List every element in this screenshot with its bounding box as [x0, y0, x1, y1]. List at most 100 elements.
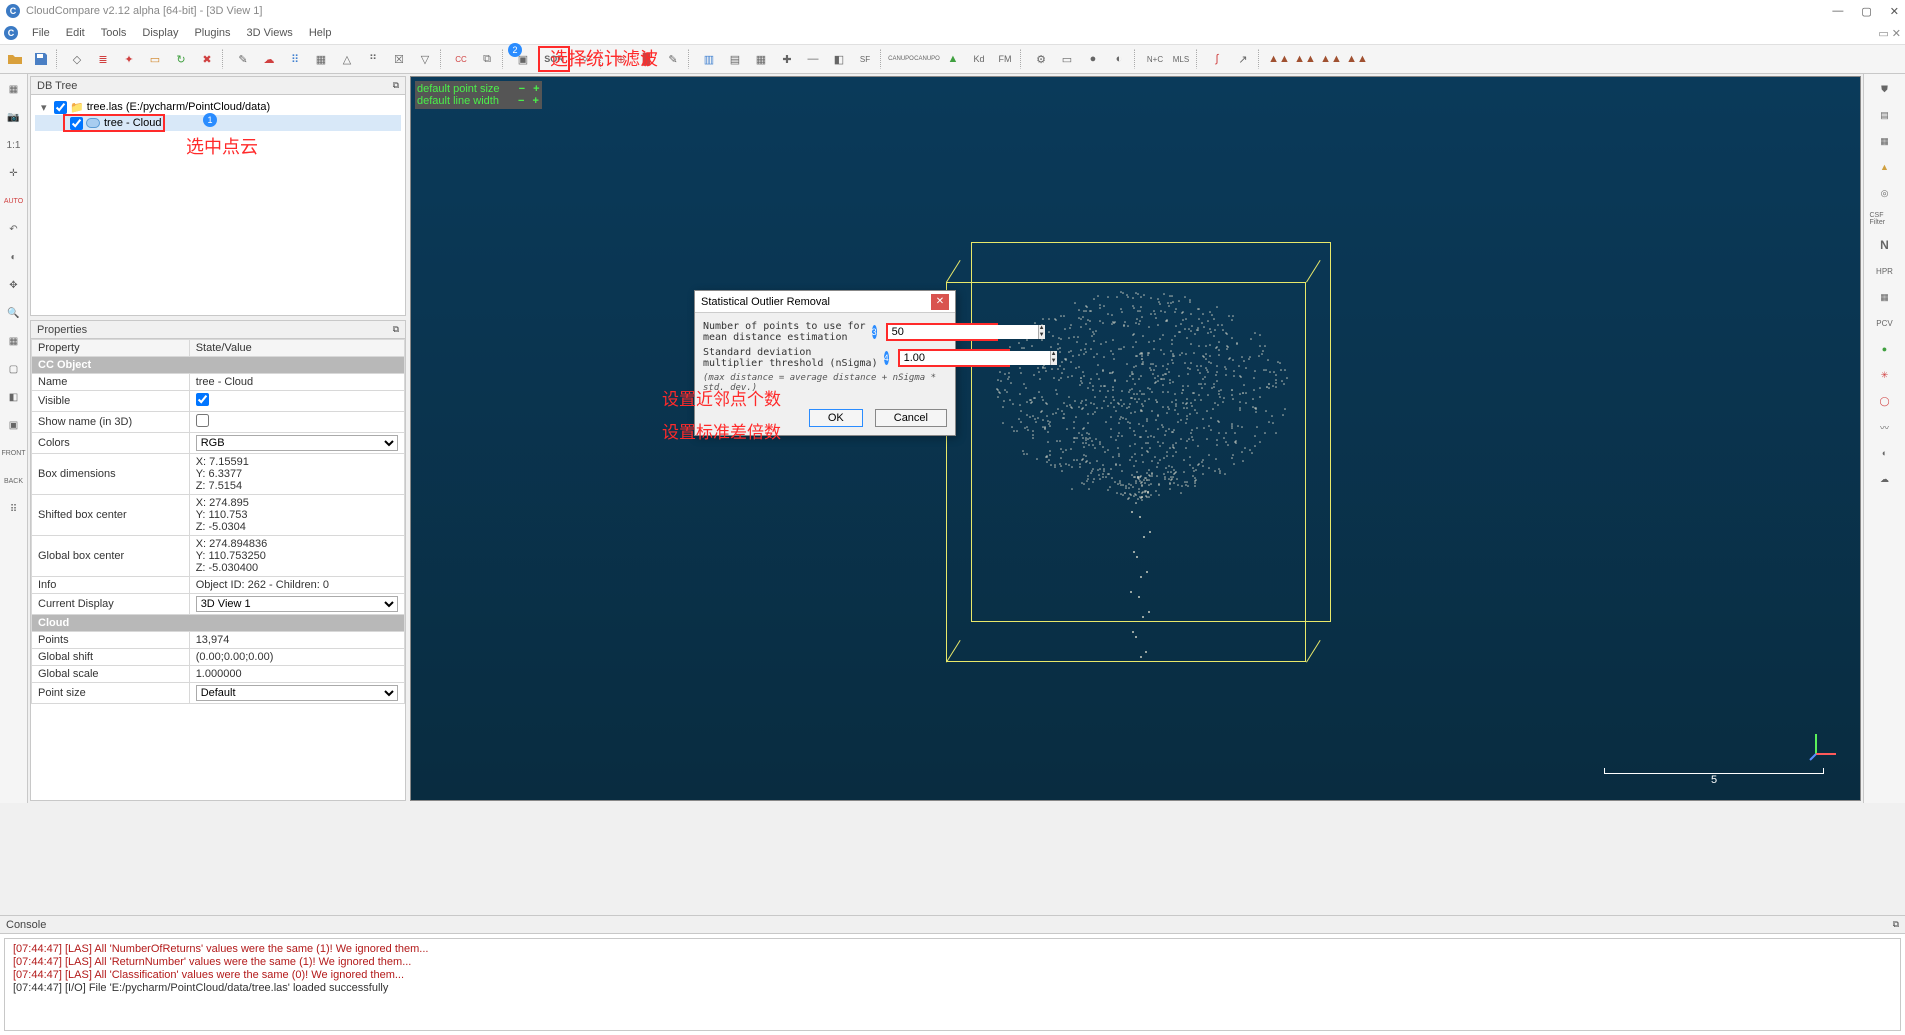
cancel-button[interactable]: Cancel: [875, 409, 947, 427]
visible-checkbox[interactable]: [196, 393, 209, 406]
delete-scalar-icon[interactable]: ☒: [388, 48, 410, 70]
ring-icon[interactable]: ◯: [1870, 390, 1900, 412]
gear-icon[interactable]: ⚙: [1030, 48, 1052, 70]
mdi-restore[interactable]: ▭ ✕: [1878, 27, 1901, 40]
pin-icon[interactable]: ⧉: [393, 80, 399, 91]
colors-select[interactable]: RGB: [196, 435, 398, 451]
fm-icon[interactable]: FM: [994, 48, 1016, 70]
filter-icon[interactable]: ▽: [414, 48, 436, 70]
dots-icon[interactable]: ⠿: [3, 498, 25, 520]
prop-val[interactable]: 3D View 1: [189, 594, 404, 615]
wave-icon[interactable]: 〰: [1870, 416, 1900, 438]
plus-icon[interactable]: ✚: [776, 48, 798, 70]
prop-val[interactable]: [189, 391, 404, 412]
neighbors-input[interactable]: [888, 325, 1038, 339]
prop-val[interactable]: [189, 412, 404, 433]
hills1-icon[interactable]: ▲▲: [1268, 48, 1290, 70]
sf-icon[interactable]: SF: [854, 48, 876, 70]
prop-val[interactable]: RGB: [189, 433, 404, 454]
cross-icon[interactable]: ✛: [3, 162, 25, 184]
globe-icon[interactable]: ◐: [3, 246, 25, 268]
pick-icon[interactable]: ◇: [66, 48, 88, 70]
decrease-point-size[interactable]: −: [519, 83, 525, 95]
menu-file[interactable]: File: [32, 27, 50, 39]
pin-icon[interactable]: ⧉: [393, 324, 399, 335]
window-minimize[interactable]: —: [1832, 5, 1843, 18]
brush2-icon[interactable]: ▲: [1870, 156, 1900, 178]
highlight-icon[interactable]: ◐: [1108, 48, 1130, 70]
flag-icon[interactable]: ✖: [196, 48, 218, 70]
console-body[interactable]: [07:44:47] [LAS] All 'NumberOfReturns' v…: [4, 938, 1901, 1031]
zoom-icon[interactable]: 🔍: [3, 302, 25, 324]
menu-display[interactable]: Display: [142, 27, 178, 39]
grid-icon[interactable]: ▦: [310, 48, 332, 70]
menu-plugins[interactable]: Plugins: [194, 27, 230, 39]
dialog-titlebar[interactable]: Statistical Outlier Removal ✕: [695, 291, 955, 313]
hpr-icon[interactable]: HPR: [1870, 260, 1900, 282]
reset-icon[interactable]: ↶: [3, 218, 25, 240]
window-close[interactable]: ✕: [1890, 5, 1899, 18]
arrow-icon[interactable]: ↗: [1232, 48, 1254, 70]
increase-line-width[interactable]: +: [532, 95, 538, 107]
layers-icon[interactable]: ▤: [1870, 104, 1900, 126]
grid2-icon[interactable]: ▦: [1870, 130, 1900, 152]
nc-icon[interactable]: N+C: [1144, 48, 1166, 70]
wireframe-icon[interactable]: ▦: [3, 330, 25, 352]
one-to-one[interactable]: 1:1: [3, 134, 25, 156]
chart-icon[interactable]: ▦: [750, 48, 772, 70]
spin-arrows[interactable]: ▲▼: [1038, 325, 1045, 339]
prop-val[interactable]: Default: [189, 683, 404, 704]
mls-icon[interactable]: MLS: [1170, 48, 1192, 70]
box2-icon[interactable]: ▢: [3, 358, 25, 380]
color-icon[interactable]: ◧: [3, 386, 25, 408]
pcv-icon[interactable]: PCV: [1870, 312, 1900, 334]
root-checkbox[interactable]: [54, 101, 67, 114]
scatter-icon[interactable]: ⠿: [284, 48, 306, 70]
camera-icon[interactable]: 📷: [3, 106, 25, 128]
expand-icon[interactable]: ▾: [41, 101, 51, 114]
edit-icon[interactable]: ✎: [662, 48, 684, 70]
window-maximize[interactable]: ▢: [1861, 5, 1871, 18]
dbtree-body[interactable]: ▾ 📁 tree.las (E:/pycharm/PointCloud/data…: [31, 95, 405, 315]
kd-icon[interactable]: Kd: [968, 48, 990, 70]
tree-child-row[interactable]: tree - Cloud: [35, 115, 401, 131]
shield-icon[interactable]: ⛊: [1870, 78, 1900, 100]
tree-root-row[interactable]: ▾ 📁 tree.las (E:/pycharm/PointCloud/data…: [35, 99, 401, 115]
cloud2-icon[interactable]: ☁: [1870, 468, 1900, 490]
gradient-icon[interactable]: ▤: [724, 48, 746, 70]
hills3-icon[interactable]: ▲▲: [1320, 48, 1342, 70]
box-icon[interactable]: ▭: [144, 48, 166, 70]
menu-help[interactable]: Help: [309, 27, 332, 39]
pin-icon[interactable]: ⧉: [1893, 919, 1899, 930]
viewport-3d[interactable]: default point size −+ default line width…: [410, 76, 1861, 801]
showname-checkbox[interactable]: [196, 414, 209, 427]
decrease-line-width[interactable]: −: [518, 95, 524, 107]
menu-edit[interactable]: Edit: [66, 27, 85, 39]
display-select[interactable]: 3D View 1: [196, 596, 398, 612]
list-icon[interactable]: ≣: [92, 48, 114, 70]
palette-icon[interactable]: ◧: [828, 48, 850, 70]
sphere-icon[interactable]: ●: [1082, 48, 1104, 70]
nsigma-input[interactable]: [900, 351, 1050, 365]
back-icon[interactable]: BACK: [3, 470, 25, 492]
matrix-icon[interactable]: ▦: [1870, 286, 1900, 308]
csf-filter[interactable]: CSF Filter: [1870, 208, 1900, 230]
sphere2-icon[interactable]: ◐: [1870, 442, 1900, 464]
menu-3dviews[interactable]: 3D Views: [247, 27, 293, 39]
open-icon[interactable]: [4, 48, 26, 70]
pointsize-select[interactable]: Default: [196, 685, 398, 701]
menu-tools[interactable]: Tools: [101, 27, 127, 39]
green-icon[interactable]: ▲: [942, 48, 964, 70]
save-icon[interactable]: [30, 48, 52, 70]
dash-icon[interactable]: —: [802, 48, 824, 70]
probe-icon[interactable]: ✦: [118, 48, 140, 70]
brush-icon[interactable]: ✎: [232, 48, 254, 70]
rotate-icon[interactable]: ↻: [170, 48, 192, 70]
mesh-icon[interactable]: △: [336, 48, 358, 70]
north-icon[interactable]: N: [1870, 234, 1900, 256]
hills4-icon[interactable]: ▲▲: [1346, 48, 1368, 70]
target2-icon[interactable]: ◎: [1870, 182, 1900, 204]
move-icon[interactable]: ✥: [3, 274, 25, 296]
cube-icon[interactable]: ▦: [3, 78, 25, 100]
ok-button[interactable]: OK: [809, 409, 863, 427]
